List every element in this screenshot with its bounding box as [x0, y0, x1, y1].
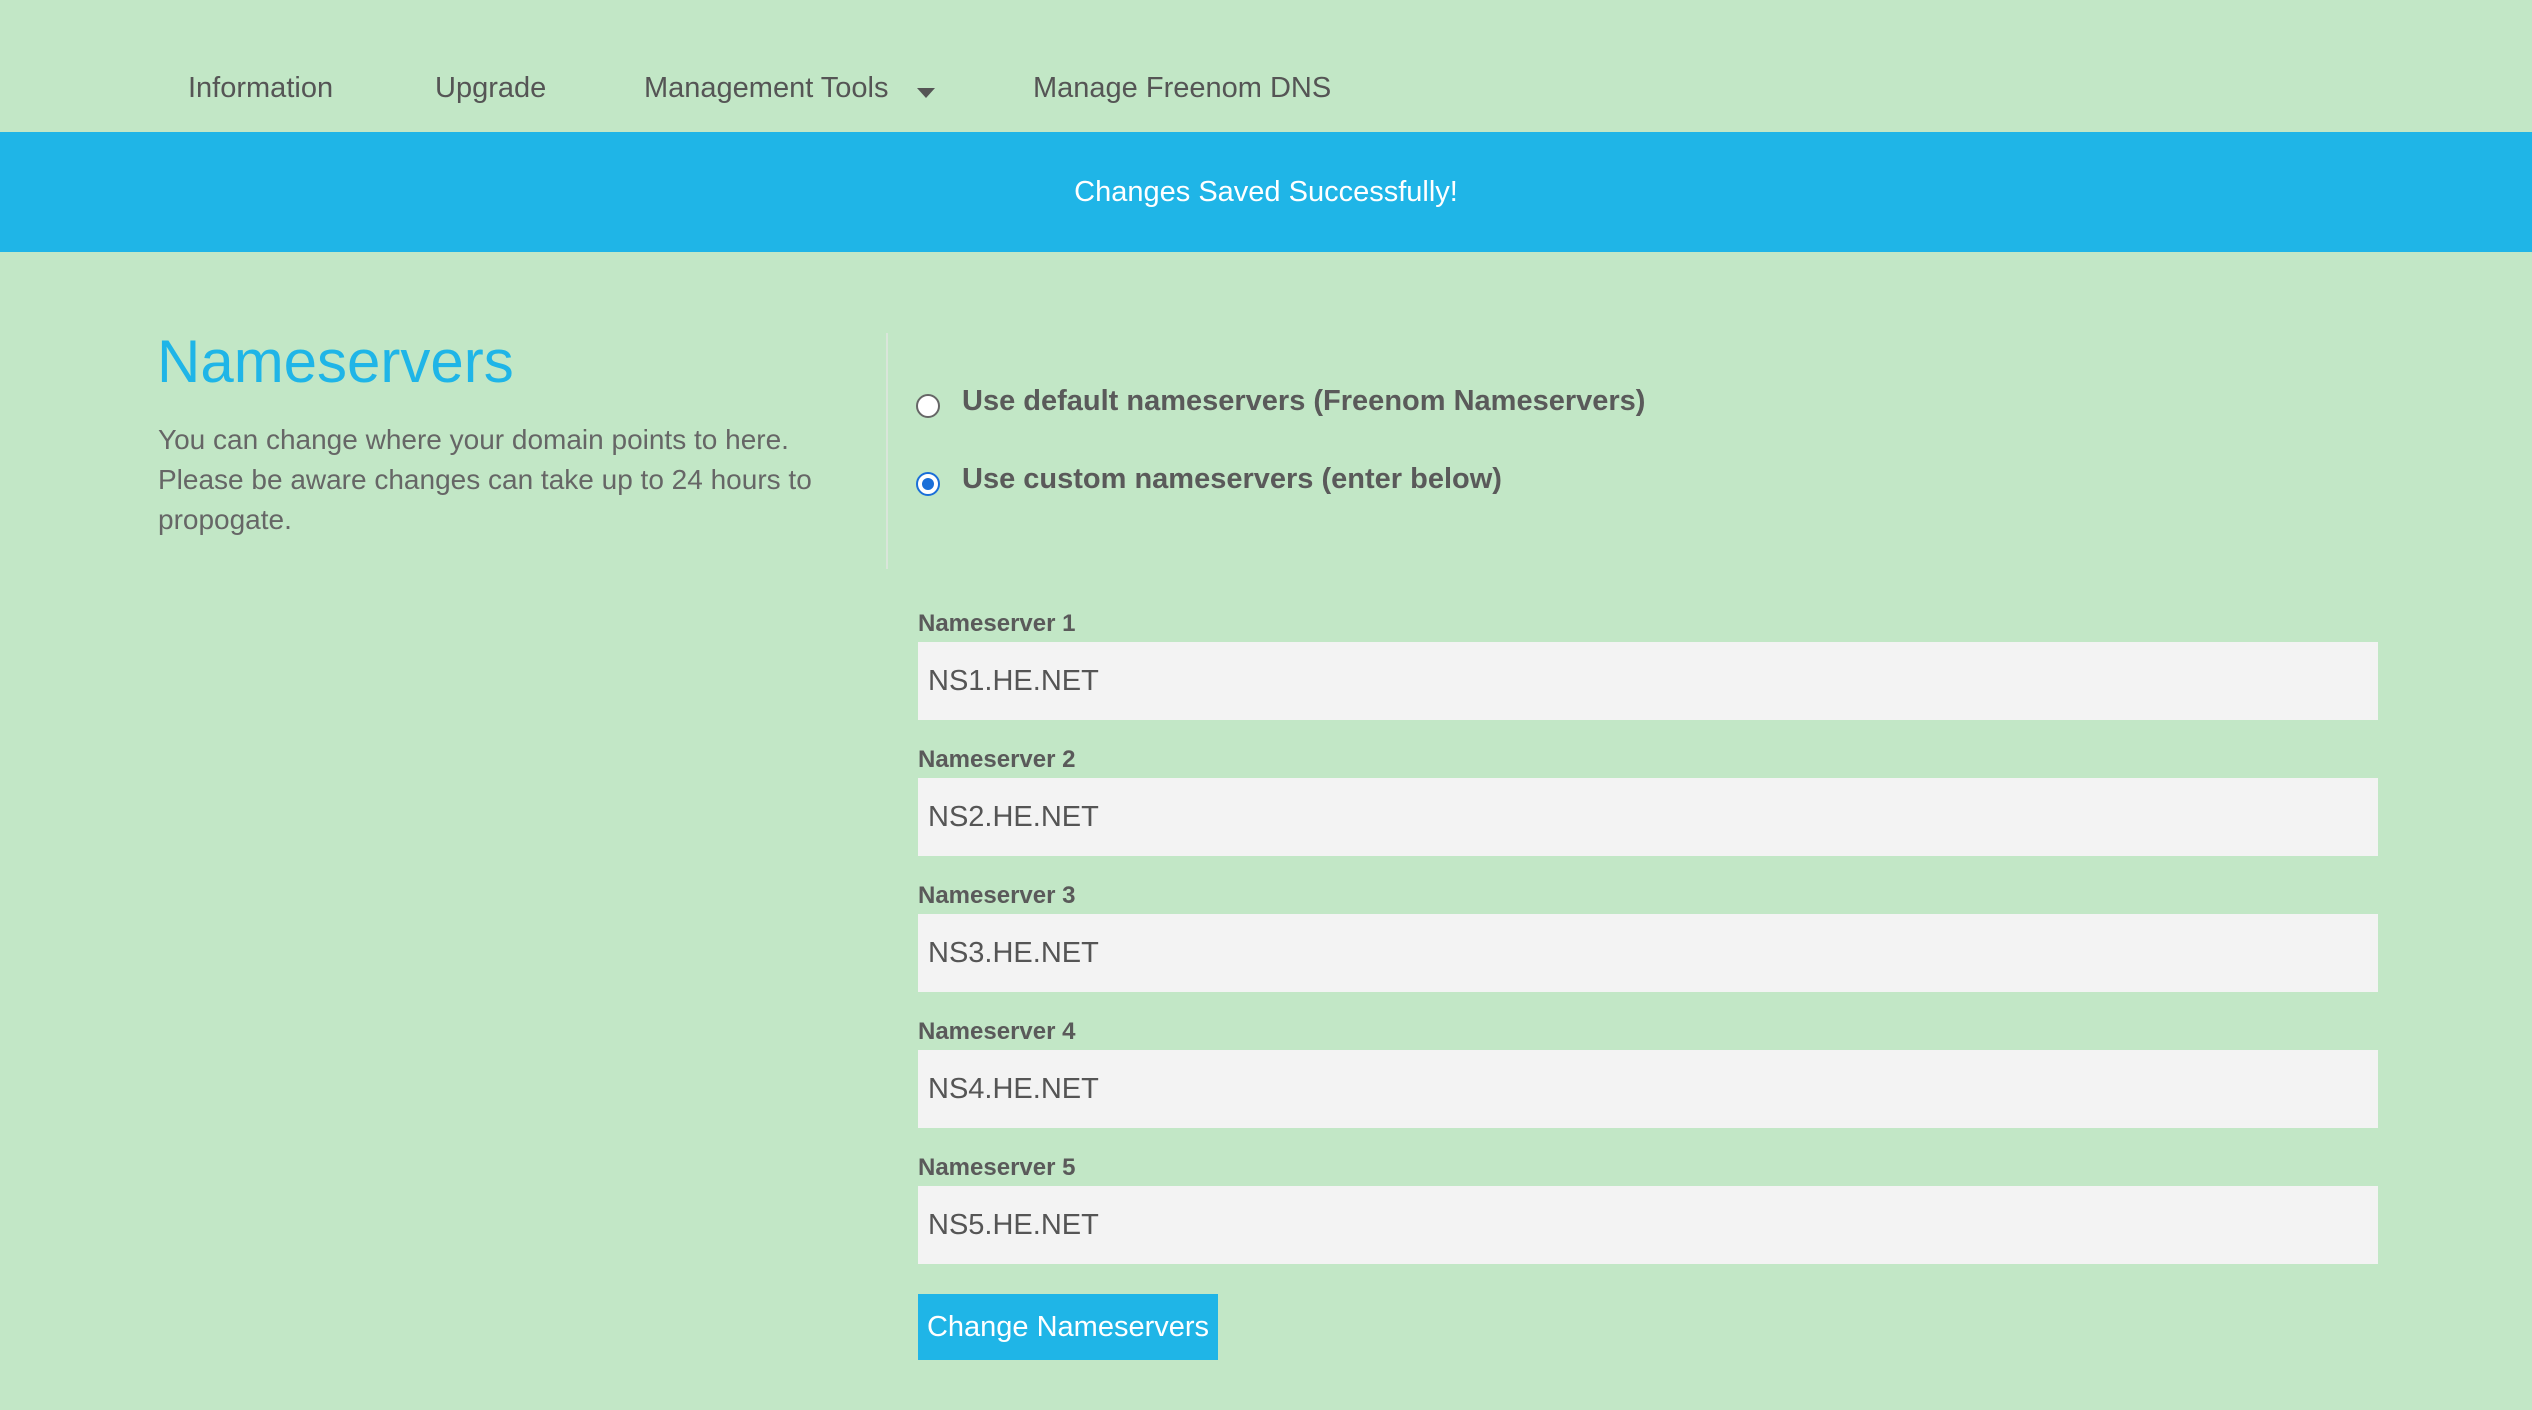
nameserver-5-label: Nameserver 5 — [918, 1154, 1076, 1181]
nameserver-4-input[interactable] — [918, 1050, 2378, 1128]
change-nameservers-button[interactable]: Change Nameservers — [918, 1294, 1218, 1360]
section-description: You can change where your domain points … — [158, 424, 812, 535]
success-message: Changes Saved Successfully! — [1074, 175, 1458, 208]
success-banner: Changes Saved Successfully! — [0, 132, 2532, 252]
nav-item-information[interactable]: Information — [188, 72, 333, 105]
nameserver-3-input[interactable] — [918, 914, 2378, 992]
nameserver-1-input[interactable] — [918, 642, 2378, 720]
default-nameservers-option[interactable]: Use default nameservers (Freenom Nameser… — [916, 384, 1645, 418]
custom-nameservers-option[interactable]: Use custom nameservers (enter below) — [916, 462, 1502, 496]
default-nameservers-label: Use default nameservers (Freenom Nameser… — [962, 384, 1646, 417]
nav-item-upgrade[interactable]: Upgrade — [435, 72, 546, 105]
chevron-down-icon[interactable] — [917, 88, 935, 98]
nav-item-manage-freenom-dns[interactable]: Manage Freenom DNS — [1033, 72, 1331, 105]
default-nameservers-radio[interactable] — [916, 394, 940, 418]
custom-nameservers-label: Use custom nameservers (enter below) — [962, 462, 1502, 495]
page-title: Nameservers — [157, 328, 514, 395]
nameserver-4-label: Nameserver 4 — [918, 1018, 1076, 1045]
nameserver-1-label: Nameserver 1 — [918, 610, 1076, 637]
nameserver-2-input[interactable] — [918, 778, 2378, 856]
top-nav: Information Upgrade Management Tools Man… — [0, 0, 2532, 132]
nameserver-2-label: Nameserver 2 — [918, 746, 1076, 773]
nameserver-3-label: Nameserver 3 — [918, 882, 1076, 909]
column-divider — [886, 333, 888, 569]
custom-nameservers-radio[interactable] — [916, 472, 940, 496]
nav-item-management-tools[interactable]: Management Tools — [644, 72, 889, 105]
nameserver-5-input[interactable] — [918, 1186, 2378, 1264]
